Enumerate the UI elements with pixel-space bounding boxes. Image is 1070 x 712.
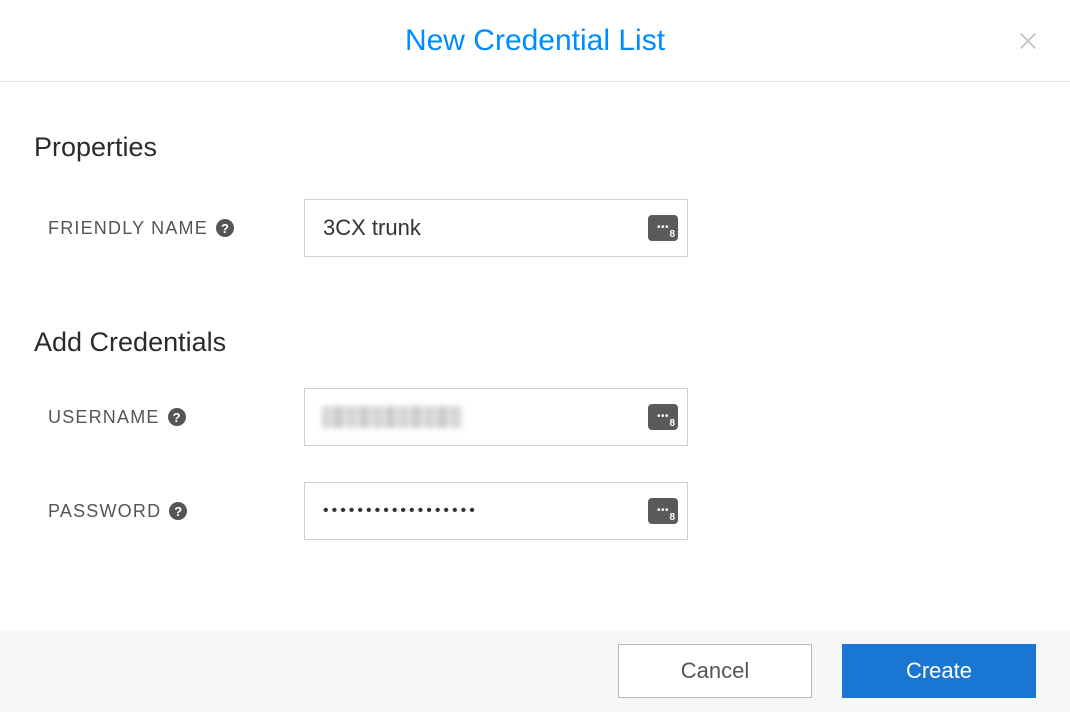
- close-button[interactable]: [1014, 27, 1042, 55]
- modal-body: Properties FRIENDLY NAME ? Add Credentia…: [0, 82, 1070, 540]
- modal-footer: Cancel Create: [0, 630, 1070, 712]
- modal-header: New Credential List: [0, 0, 1070, 82]
- form-row-username: USERNAME ?: [34, 388, 1036, 446]
- input-wrap: [304, 482, 688, 540]
- input-wrap: [304, 388, 688, 446]
- form-row-password: PASSWORD ?: [34, 482, 1036, 540]
- password-manager-icon[interactable]: [648, 215, 678, 241]
- help-icon[interactable]: ?: [168, 408, 186, 426]
- label-wrap: USERNAME ?: [48, 407, 304, 428]
- password-manager-icon[interactable]: [648, 404, 678, 430]
- label-wrap: PASSWORD ?: [48, 501, 304, 522]
- form-row-friendly-name: FRIENDLY NAME ?: [34, 199, 1036, 257]
- cancel-button[interactable]: Cancel: [618, 644, 812, 698]
- help-icon[interactable]: ?: [216, 219, 234, 237]
- friendly-name-input[interactable]: [304, 199, 688, 257]
- input-wrap: [304, 199, 688, 257]
- close-icon: [1017, 30, 1039, 52]
- password-input[interactable]: [304, 482, 688, 540]
- section-title-add-credentials: Add Credentials: [34, 327, 1036, 358]
- username-input[interactable]: [304, 388, 688, 446]
- create-button[interactable]: Create: [842, 644, 1036, 698]
- label-wrap: FRIENDLY NAME ?: [48, 218, 304, 239]
- section-title-properties: Properties: [34, 132, 1036, 163]
- help-icon[interactable]: ?: [169, 502, 187, 520]
- password-label: PASSWORD: [48, 501, 161, 522]
- friendly-name-label: FRIENDLY NAME: [48, 218, 208, 239]
- password-manager-icon[interactable]: [648, 498, 678, 524]
- username-label: USERNAME: [48, 407, 160, 428]
- modal-title: New Credential List: [405, 24, 665, 58]
